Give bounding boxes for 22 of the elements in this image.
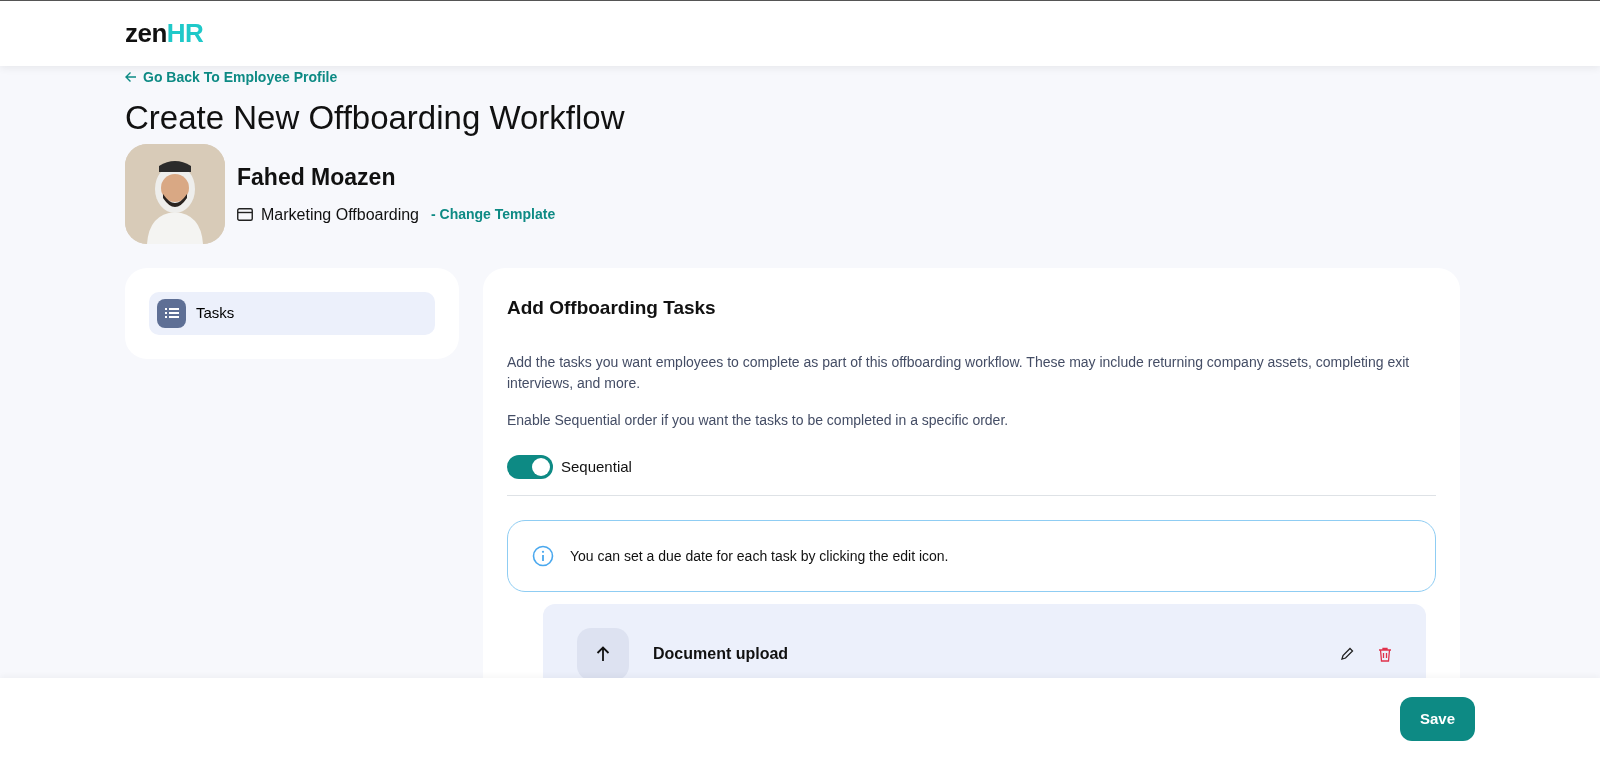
toggle-label: Sequential (561, 456, 632, 477)
logo: zenHR (125, 17, 204, 50)
info-text: You can set a due date for each task by clicking the edit icon. (570, 546, 949, 566)
sidebar-item[interactable]: Tasks (149, 291, 435, 335)
trash-icon[interactable] (1378, 646, 1392, 662)
hint-text: Enable Sequential order if you want the tasks to be completed in a specific order. (507, 411, 1010, 431)
arrow-left-icon (125, 71, 137, 83)
pencil-icon[interactable] (1340, 647, 1354, 662)
template-name: Marketing Offboarding (261, 204, 419, 225)
change-template-link[interactable]: - Change Template (431, 204, 556, 226)
info-icon (532, 545, 554, 568)
section-title: Add Offboarding Tasks (507, 295, 717, 320)
card-icon (237, 208, 253, 222)
list-icon (157, 298, 186, 328)
employee-name: Fahed Moazen (237, 163, 397, 193)
save-button[interactable]: Save (1399, 696, 1475, 742)
page-title: Create New Offboarding Workflow (125, 98, 626, 138)
back-link[interactable]: Go Back To Employee Profile (125, 66, 338, 88)
description-text: Add the tasks you want employees to complete as part of this offboarding workflow. These may include returning company assets, completing exit interviews, and more. (507, 353, 1411, 394)
upload-icon (577, 628, 629, 678)
sequential-toggle[interactable] (507, 455, 553, 480)
task-title: Document upload (653, 644, 790, 665)
